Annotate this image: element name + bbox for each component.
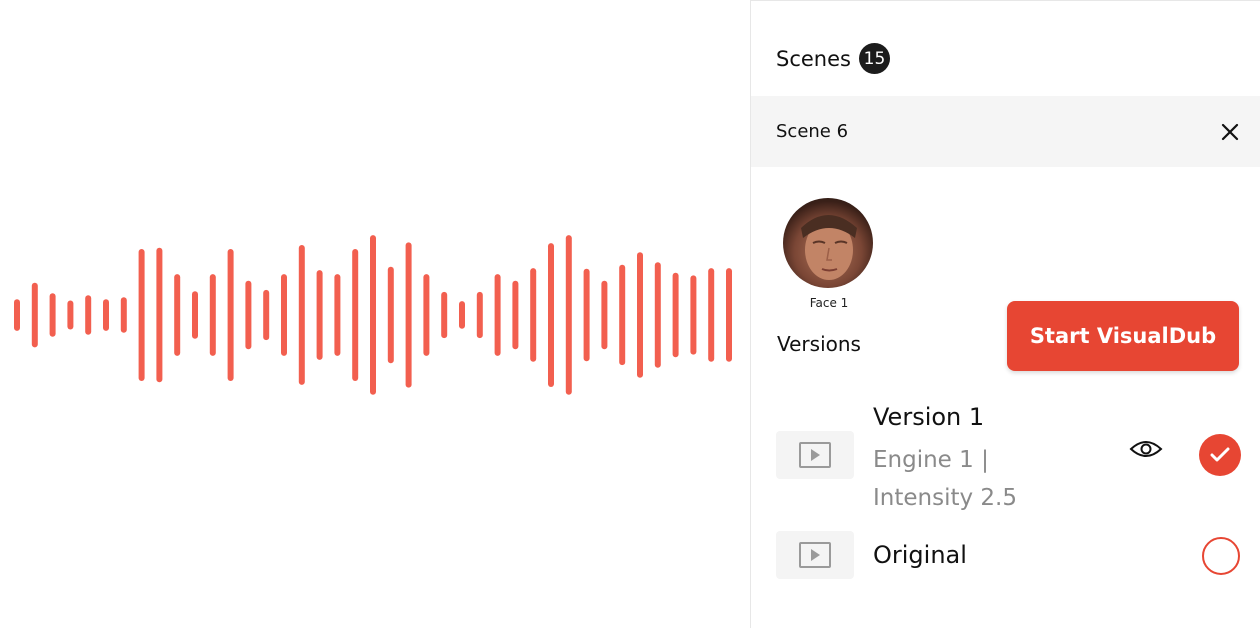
waveform-bar bbox=[209, 274, 216, 356]
face-label: Face 1 bbox=[809, 296, 849, 310]
waveform-bar bbox=[459, 301, 465, 329]
waveform-bar bbox=[654, 262, 661, 368]
eye-icon bbox=[1129, 441, 1163, 457]
waveform-bar bbox=[103, 299, 109, 331]
version-selected-check[interactable] bbox=[1199, 434, 1241, 476]
waveform-bar bbox=[245, 280, 252, 350]
app: Scenes 15 Scene 6 Face 1 Versions Start … bbox=[0, 0, 1260, 628]
waveform-bar bbox=[672, 272, 679, 358]
waveform-graphic bbox=[14, 235, 732, 395]
waveform-bar bbox=[352, 249, 359, 381]
waveform-bar bbox=[601, 280, 608, 350]
waveform-bar bbox=[174, 274, 181, 356]
versions-label: Versions bbox=[777, 332, 861, 356]
face-thumbnail bbox=[801, 215, 857, 280]
version-row[interactable]: Original bbox=[776, 529, 1246, 583]
waveform-bar bbox=[156, 247, 163, 383]
scene-bar: Scene 6 bbox=[751, 96, 1260, 167]
start-visualdub-button[interactable]: Start VisualDub bbox=[1007, 301, 1239, 371]
version-engine: Engine 1 | bbox=[873, 447, 989, 473]
waveform-bar bbox=[637, 252, 643, 378]
waveform-bar bbox=[494, 274, 501, 356]
waveform-bar bbox=[31, 282, 38, 348]
audio-waveform bbox=[0, 0, 750, 628]
waveform-bar bbox=[14, 299, 20, 331]
scenes-header: Scenes 15 bbox=[776, 43, 890, 74]
face-item[interactable]: Face 1 bbox=[783, 198, 875, 310]
check-icon bbox=[1210, 447, 1230, 462]
waveform-bar bbox=[512, 280, 519, 350]
waveform-bar bbox=[138, 249, 145, 381]
waveform-bar bbox=[387, 266, 394, 364]
waveform-bar bbox=[530, 268, 537, 362]
waveform-bar bbox=[370, 235, 376, 395]
play-icon bbox=[799, 442, 831, 468]
play-icon bbox=[799, 542, 831, 568]
waveform-bar bbox=[281, 274, 287, 356]
version-thumbnail[interactable] bbox=[776, 431, 854, 479]
version-select-radio[interactable] bbox=[1202, 537, 1240, 575]
waveform-bar bbox=[298, 245, 305, 385]
version-thumbnail[interactable] bbox=[776, 531, 854, 579]
scenes-count-badge: 15 bbox=[858, 43, 890, 74]
scenes-panel: Scenes 15 Scene 6 Face 1 Versions Start … bbox=[750, 0, 1260, 628]
waveform-bar bbox=[334, 274, 341, 356]
version-title: Version 1 bbox=[873, 403, 985, 431]
scene-name: Scene 6 bbox=[776, 121, 849, 142]
version-row[interactable]: Version 1 Engine 1 | Intensity 2.5 bbox=[776, 401, 1246, 516]
version-meta: Engine 1 | Intensity 2.5 bbox=[873, 441, 1073, 517]
waveform-bar bbox=[690, 275, 697, 355]
waveform-bar bbox=[67, 300, 74, 330]
waveform-bar bbox=[227, 249, 234, 381]
waveform-bar bbox=[192, 291, 198, 339]
preview-button[interactable] bbox=[1129, 437, 1163, 461]
waveform-bar bbox=[565, 235, 572, 395]
close-scene-button[interactable] bbox=[1217, 119, 1243, 145]
waveform-bar bbox=[548, 243, 554, 387]
waveform-bar bbox=[263, 289, 270, 341]
waveform-bar bbox=[708, 268, 715, 362]
version-title: Original bbox=[873, 541, 967, 569]
face-avatar bbox=[783, 198, 873, 288]
waveform-bar bbox=[476, 291, 483, 339]
waveform-bar bbox=[49, 293, 56, 337]
waveform-bar bbox=[619, 264, 626, 366]
waveform-bar bbox=[441, 291, 448, 339]
scenes-title: Scenes bbox=[776, 46, 851, 71]
version-intensity: Intensity 2.5 bbox=[873, 485, 1017, 511]
waveform-bar bbox=[405, 242, 412, 388]
waveform-bar bbox=[316, 270, 323, 360]
close-icon bbox=[1221, 123, 1239, 140]
waveform-bar bbox=[583, 268, 590, 362]
waveform-bar bbox=[423, 274, 430, 356]
waveform-bar bbox=[120, 297, 127, 333]
waveform-bar bbox=[726, 268, 732, 362]
waveform-bar bbox=[85, 295, 92, 335]
